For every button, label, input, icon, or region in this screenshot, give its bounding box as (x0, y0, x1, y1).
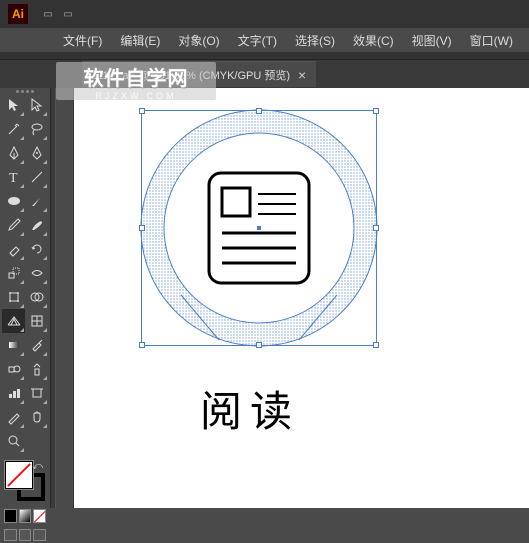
eraser-tool-icon[interactable] (2, 237, 25, 261)
curvature-tool-icon[interactable] (25, 141, 48, 165)
titlebar: Ai ▭ ▭ (0, 0, 529, 28)
selection-handle-tl[interactable] (139, 108, 145, 114)
type-tool-icon[interactable]: T (2, 165, 25, 189)
pen-tool-icon[interactable] (2, 141, 25, 165)
document-tab[interactable]: 11111.ai* @ 131.83% (CMYK/GPU 预览) × (82, 61, 316, 87)
selection-handle-ml[interactable] (139, 225, 145, 231)
document-tabbar: 11111.ai* @ 131.83% (CMYK/GPU 预览) × (0, 60, 529, 88)
tab-label: 11111.ai* @ 131.83% (CMYK/GPU 预览) (92, 67, 290, 83)
window-layout-icons: ▭ ▭ (40, 6, 76, 22)
artboard[interactable]: 阅读 (74, 88, 529, 508)
width-tool-icon[interactable] (25, 261, 48, 285)
symbol-sprayer-tool-icon[interactable] (25, 357, 48, 381)
selection-handle-tm[interactable] (256, 108, 262, 114)
perspective-grid-tool-icon[interactable] (2, 309, 25, 333)
rotate-tool-icon[interactable] (25, 237, 48, 261)
tab-close-icon[interactable]: × (298, 67, 306, 83)
menu-type[interactable]: 文字(T) (230, 30, 285, 51)
screen-mode-normal-icon[interactable] (4, 529, 17, 541)
draw-mode-row (2, 505, 48, 527)
workspace: T (0, 88, 529, 508)
free-transform-tool-icon[interactable] (2, 285, 25, 309)
canvas-area[interactable]: 阅读 (74, 88, 529, 508)
zoom-tool-icon[interactable] (2, 429, 25, 453)
selection-center-icon (257, 226, 261, 230)
menu-window[interactable]: 窗口(W) (462, 30, 521, 51)
selection-tool-icon[interactable] (2, 93, 25, 117)
screen-mode-full-icon[interactable] (19, 529, 32, 541)
menu-edit[interactable]: 编辑(E) (112, 30, 168, 51)
screen-mode-presentation-icon[interactable] (33, 529, 46, 541)
direct-selection-tool-icon[interactable] (25, 93, 48, 117)
empty-tool-slot (25, 429, 48, 453)
scale-tool-icon[interactable] (2, 261, 25, 285)
menu-effect[interactable]: 效果(C) (345, 30, 402, 51)
selection-bounding-box[interactable] (141, 110, 377, 346)
fill-stroke-swatches[interactable]: ⤺ (5, 461, 45, 501)
menu-select[interactable]: 选择(S) (287, 30, 343, 51)
none-mode-icon[interactable] (33, 509, 46, 523)
color-mode-icon[interactable] (4, 509, 17, 523)
column-graph-tool-icon[interactable] (2, 381, 25, 405)
mesh-tool-icon[interactable] (25, 309, 48, 333)
fill-swatch[interactable] (5, 461, 33, 489)
selection-handle-mr[interactable] (373, 225, 379, 231)
magic-wand-tool-icon[interactable] (2, 117, 25, 141)
gradient-mode-icon[interactable] (19, 509, 32, 523)
tools-panel: T (0, 88, 50, 508)
artboard-tool-icon[interactable] (25, 381, 48, 405)
blend-tool-icon[interactable] (2, 357, 25, 381)
paintbrush-tool-icon[interactable] (25, 189, 48, 213)
eyedropper-tool-icon[interactable] (25, 333, 48, 357)
selection-handle-tr[interactable] (373, 108, 379, 114)
menu-file[interactable]: 文件(F) (55, 30, 110, 51)
menu-view[interactable]: 视图(V) (404, 30, 460, 51)
hand-tool-icon[interactable] (25, 405, 48, 429)
ruler-vertical[interactable] (56, 88, 74, 508)
swap-fill-stroke-icon[interactable]: ⤺ (32, 461, 43, 472)
layout-icon-2[interactable]: ▭ (60, 6, 76, 22)
menubar: 文件(F) 编辑(E) 对象(O) 文字(T) 选择(S) 效果(C) 视图(V… (0, 28, 529, 52)
selection-handle-bl[interactable] (139, 342, 145, 348)
pencil-tool-icon[interactable] (2, 213, 25, 237)
selection-handle-br[interactable] (373, 342, 379, 348)
blob-brush-tool-icon[interactable] (25, 213, 48, 237)
gradient-tool-icon[interactable] (2, 333, 25, 357)
shape-builder-tool-icon[interactable] (25, 285, 48, 309)
lasso-tool-icon[interactable] (25, 117, 48, 141)
layout-icon-1[interactable]: ▭ (40, 6, 56, 22)
slice-tool-icon[interactable] (2, 405, 25, 429)
menu-object[interactable]: 对象(O) (170, 30, 227, 51)
svg-text:T: T (9, 171, 18, 185)
color-section: ⤺ (2, 457, 48, 505)
screen-mode-row (2, 527, 48, 543)
ellipse-tool-icon[interactable] (2, 189, 25, 213)
selection-handle-bm[interactable] (256, 342, 262, 348)
line-tool-icon[interactable] (25, 165, 48, 189)
control-strip (0, 52, 529, 60)
artwork-text-label[interactable]: 阅读 (200, 378, 300, 439)
app-logo: Ai (8, 4, 28, 24)
